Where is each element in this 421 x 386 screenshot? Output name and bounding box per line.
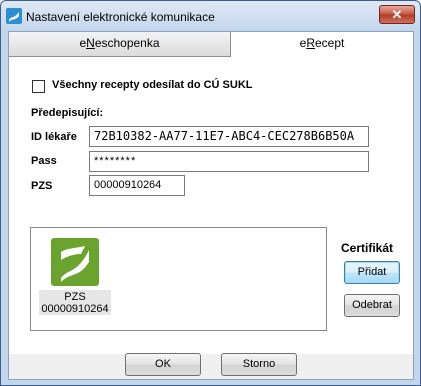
send-all-checkbox-label[interactable]: Všechny recepty odesílat do CÚ SUKL: [52, 79, 253, 91]
pzs-field[interactable]: 00000910264: [89, 175, 185, 196]
doctor-id-label: ID lékaře: [31, 131, 77, 143]
tab-label-rest: ecept: [315, 36, 345, 50]
tab-eneschopenka[interactable]: eNeschopenka: [9, 32, 231, 57]
window-title: Nastavení elektronické komunikace: [26, 10, 215, 24]
doctor-id-field[interactable]: 72B10382-AA77-11E7-ABC4-CEC278B6B50A: [89, 126, 369, 147]
remove-certificate-button[interactable]: Odebrat: [344, 294, 400, 317]
certificate-line2: 00000910264: [41, 303, 109, 315]
tab-label-accelerator: R: [306, 36, 315, 50]
prescriber-section-label: Předepisující:: [31, 107, 104, 119]
ok-button[interactable]: OK: [125, 353, 201, 376]
tab-label-accelerator: N: [86, 36, 95, 50]
certificate-logo-icon: [51, 238, 99, 286]
dialog-footer: [9, 354, 413, 379]
tab-label-rest: eschopenka: [94, 36, 160, 50]
app-icon: [6, 8, 22, 24]
close-icon: ✕: [391, 7, 403, 22]
pass-label: Pass: [31, 155, 57, 167]
certificate-title: Certifikát: [341, 241, 394, 255]
close-button[interactable]: ✕: [379, 5, 415, 24]
certificate-caption: PZS 00000910264: [39, 290, 111, 315]
title-bar[interactable]: Nastavení elektronické komunikace ✕: [1, 1, 420, 31]
pzs-label: PZS: [31, 180, 53, 192]
add-certificate-button[interactable]: Přidat: [344, 261, 400, 284]
certificate-line1: PZS: [64, 291, 86, 303]
certificate-list[interactable]: PZS 00000910264: [30, 227, 327, 331]
send-all-checkbox[interactable]: [32, 80, 45, 93]
cancel-button[interactable]: Storno: [221, 353, 297, 376]
pass-field[interactable]: ********: [89, 151, 369, 172]
dialog-client-area: eNeschopenka eRecept Všechny recepty ode…: [8, 31, 414, 380]
dialog-window: Nastavení elektronické komunikace ✕ eNes…: [0, 0, 421, 386]
tab-erecept[interactable]: eRecept: [231, 32, 413, 57]
certificate-item[interactable]: PZS 00000910264: [39, 238, 111, 328]
erecept-panel: Všechny recepty odesílat do CÚ SUKL Před…: [9, 57, 413, 354]
